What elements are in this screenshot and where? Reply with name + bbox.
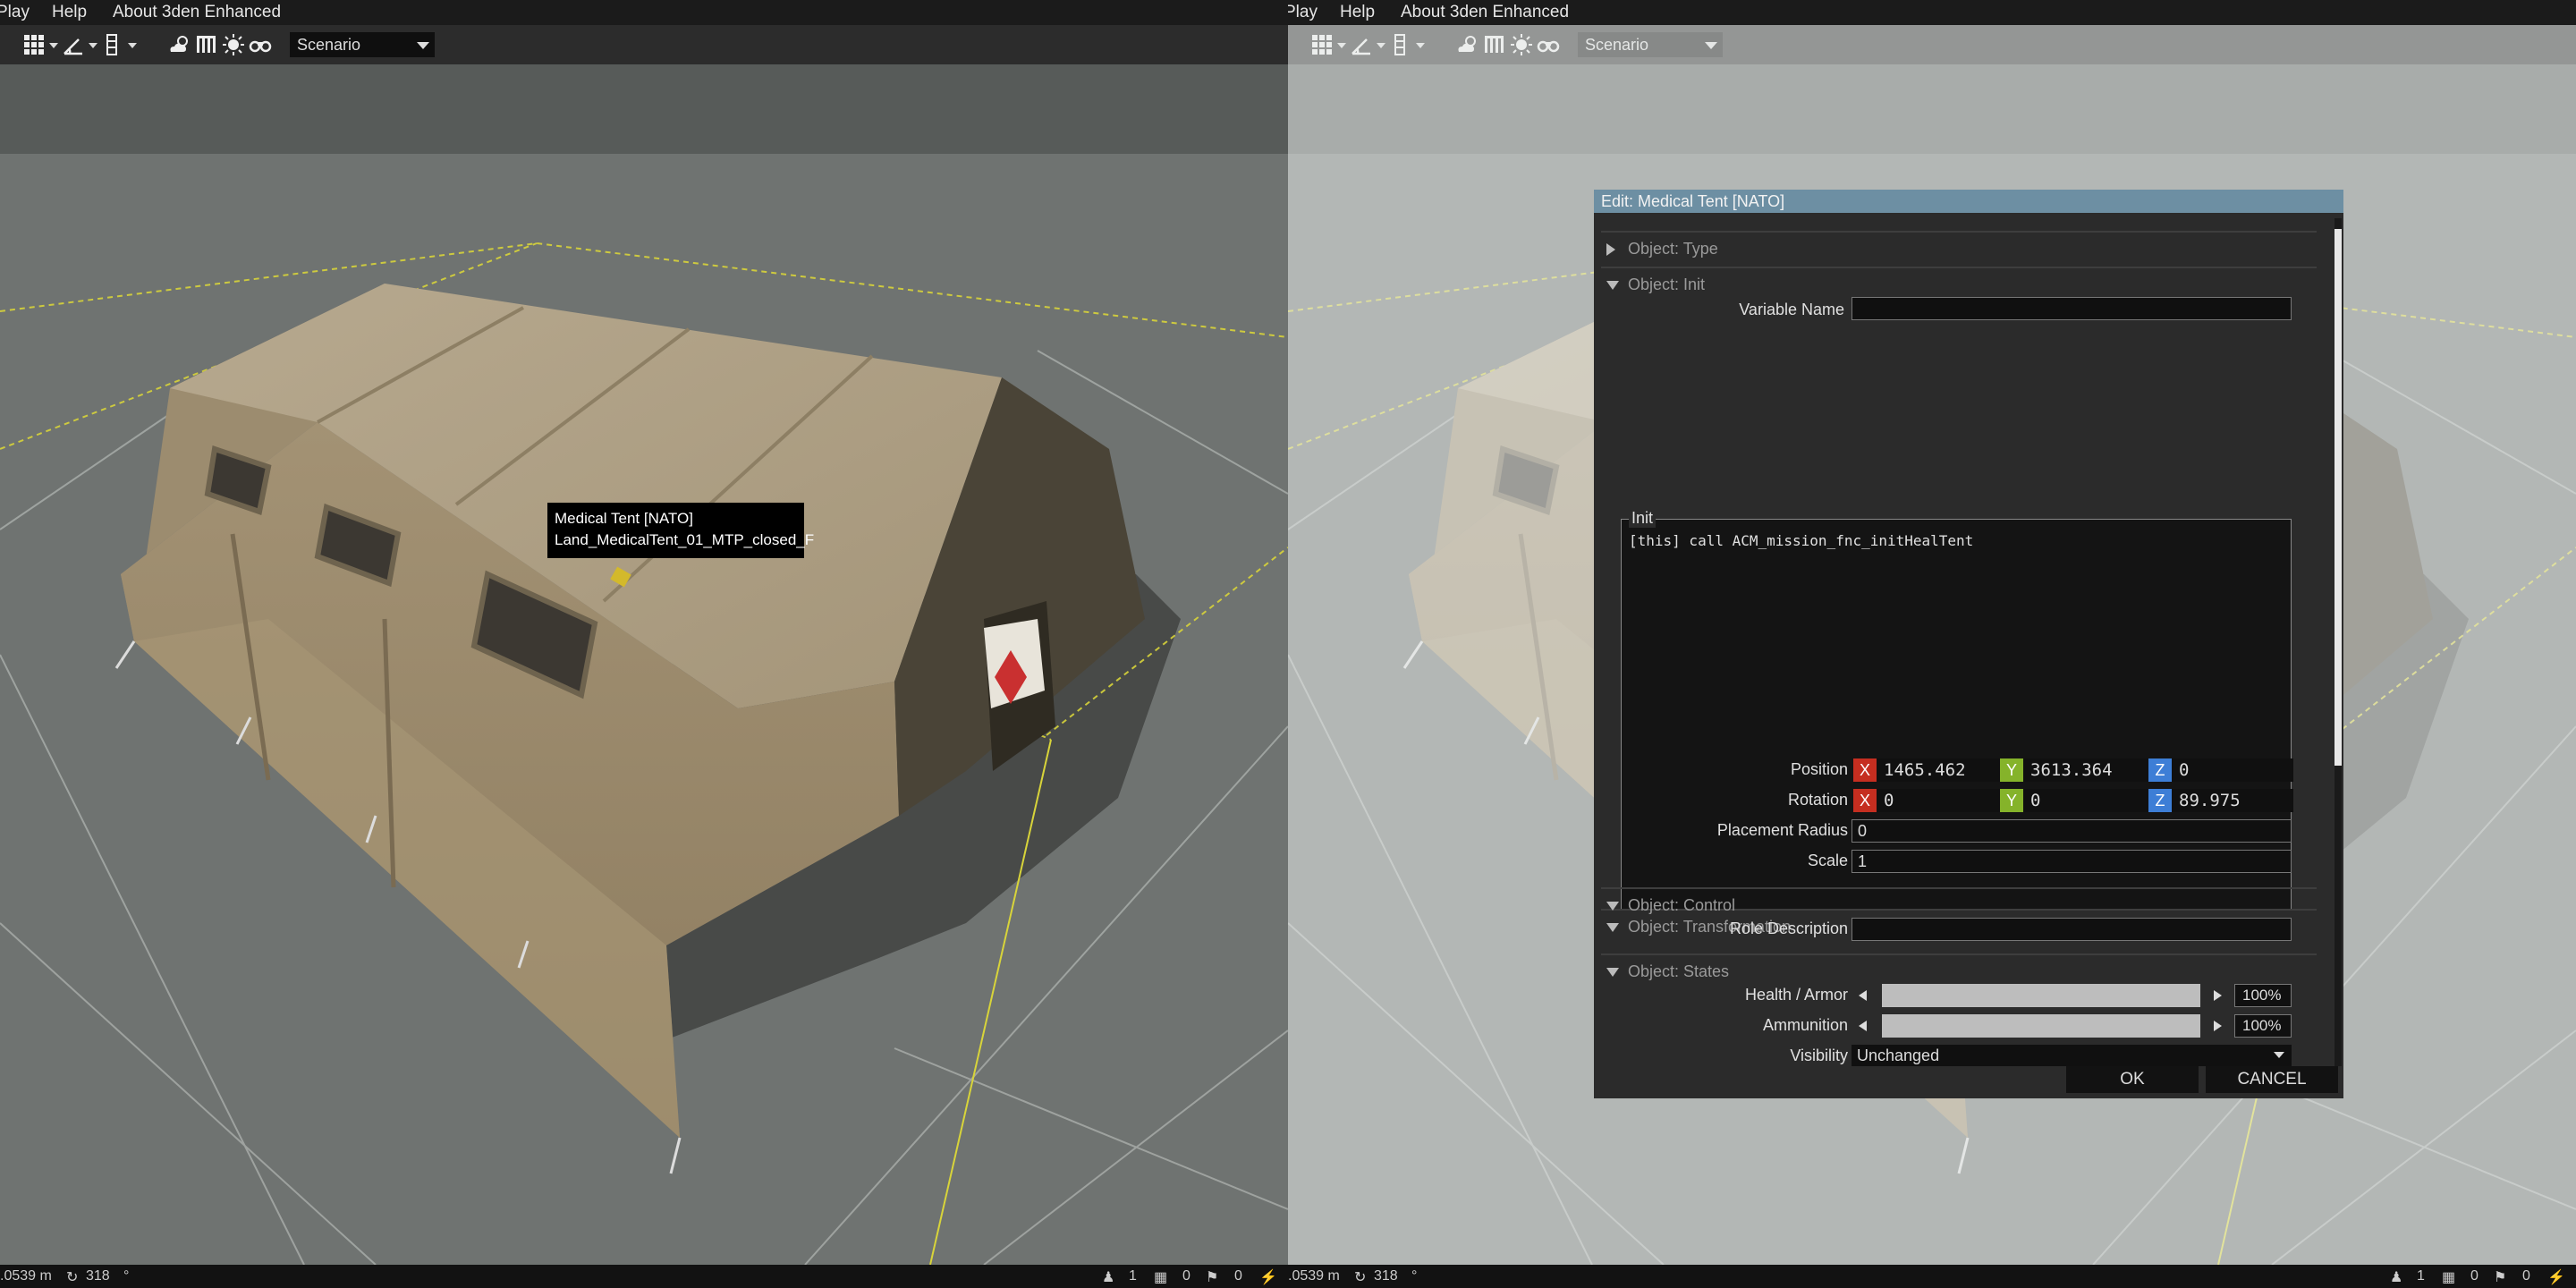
status-count-units: 1 — [2417, 1268, 2425, 1284]
menu-play[interactable]: Play — [1288, 3, 1318, 22]
group-icon: ▦ — [1154, 1270, 1168, 1285]
status-bar: .0539 m ↻ 318 ° ♟ 1 ▦ 0 ⚑ 0 ⚡ — [0, 1265, 1288, 1288]
section-label: Object: Init — [1628, 275, 1706, 293]
variable-name-input[interactable] — [1852, 297, 2292, 320]
scenario-dropdown-arrow[interactable] — [410, 32, 435, 57]
rotation-icon: ↻ — [1354, 1270, 1367, 1285]
status-distance: .0539 m — [1288, 1268, 1340, 1284]
dialog-title[interactable]: Edit: Medical Tent [NATO] — [1594, 190, 2343, 213]
status-degree: ° — [123, 1268, 130, 1284]
tent-scene — [0, 154, 1288, 1265]
transform-icon[interactable] — [63, 34, 84, 55]
trigger-icon: ⚡ — [2547, 1270, 2565, 1285]
3d-viewport[interactable] — [0, 154, 1288, 1265]
variable-name-label: Variable Name — [1739, 301, 1844, 318]
menu-play[interactable]: Play — [0, 3, 30, 22]
section-object-transformation[interactable]: Object: Transformation — [1601, 909, 2317, 943]
status-count-units: 1 — [1129, 1268, 1137, 1284]
rotation-icon: ↻ — [66, 1270, 79, 1285]
tooltip-display-name: Medical Tent [NATO] — [555, 510, 693, 527]
init-code-box[interactable]: Init [this] call ACM_mission_fnc_initHea… — [1621, 509, 2292, 911]
status-count-groups: 0 — [2470, 1268, 2479, 1284]
menu-about-3den-enhanced[interactable]: About 3den Enhanced — [1401, 3, 1569, 22]
menu-help[interactable]: Help — [1340, 3, 1375, 22]
grid-icon[interactable] — [23, 34, 45, 55]
section-label: Object: Type — [1628, 240, 1718, 258]
group-icon: ▦ — [2442, 1270, 2456, 1285]
status-count-markers: 0 — [2522, 1268, 2530, 1284]
status-rotation: 318 — [86, 1268, 110, 1284]
menu-help[interactable]: Help — [52, 3, 87, 22]
unit-icon: ♟ — [2390, 1270, 2403, 1285]
expanded-arrow-icon — [1606, 923, 1619, 932]
editor-left-pane[interactable]: Play Help About 3den Enhanced Scenario M… — [0, 0, 1288, 1288]
toolbar: Scenario — [0, 25, 1288, 64]
init-code-text[interactable]: [this] call ACM_mission_fnc_initHealTent — [1629, 532, 1973, 549]
status-count-markers: 0 — [1234, 1268, 1242, 1284]
dialog-body: Object: Type Object: Init Variable Name … — [1594, 218, 2333, 1066]
lighting-icon[interactable] — [195, 34, 216, 55]
status-count-groups: 0 — [1182, 1268, 1191, 1284]
trigger-icon: ⚡ — [1259, 1270, 1277, 1285]
transform-dropdown-caret[interactable] — [89, 43, 97, 48]
menu-bar: Play Help About 3den Enhanced — [1288, 0, 2576, 25]
binoculars-icon[interactable] — [249, 34, 272, 55]
snap-icon[interactable] — [106, 34, 118, 55]
collapsed-arrow-icon — [1606, 243, 1615, 256]
tooltip-class-name: Land_MedicalTent_01_MTP_closed_F — [555, 531, 815, 548]
menu-about-3den-enhanced[interactable]: About 3den Enhanced — [113, 3, 281, 22]
sun-icon[interactable] — [222, 34, 245, 55]
grid-dropdown-caret[interactable] — [49, 43, 58, 48]
status-rotation: 318 — [1374, 1268, 1398, 1284]
init-label: Init — [1629, 509, 1657, 528]
status-degree: ° — [1411, 1268, 1418, 1284]
section-object-init[interactable]: Object: Init — [1601, 267, 2317, 301]
expanded-arrow-icon — [1606, 281, 1619, 290]
section-object-type[interactable]: Object: Type — [1601, 231, 2317, 265]
weather-icon[interactable] — [168, 34, 191, 55]
menu-bar: Play Help About 3den Enhanced — [0, 0, 1288, 25]
edit-object-dialog: Edit: Medical Tent [NATO] Object: Type O… — [1594, 190, 2343, 1098]
marker-icon: ⚑ — [1206, 1270, 1219, 1285]
status-bar: .0539 m ↻ 318 ° ♟ 1 ▦ 0 ⚑ 0 ⚡ — [1288, 1265, 2576, 1288]
viewport-horizon-strip — [0, 64, 1288, 154]
section-label: Object: Transformation — [1628, 918, 1792, 936]
status-distance: .0539 m — [0, 1268, 52, 1284]
marker-icon: ⚑ — [2494, 1270, 2507, 1285]
object-tooltip: Medical Tent [NATO] Land_MedicalTent_01_… — [547, 503, 815, 558]
snap-dropdown-caret[interactable] — [128, 43, 137, 48]
unit-icon: ♟ — [1102, 1270, 1115, 1285]
